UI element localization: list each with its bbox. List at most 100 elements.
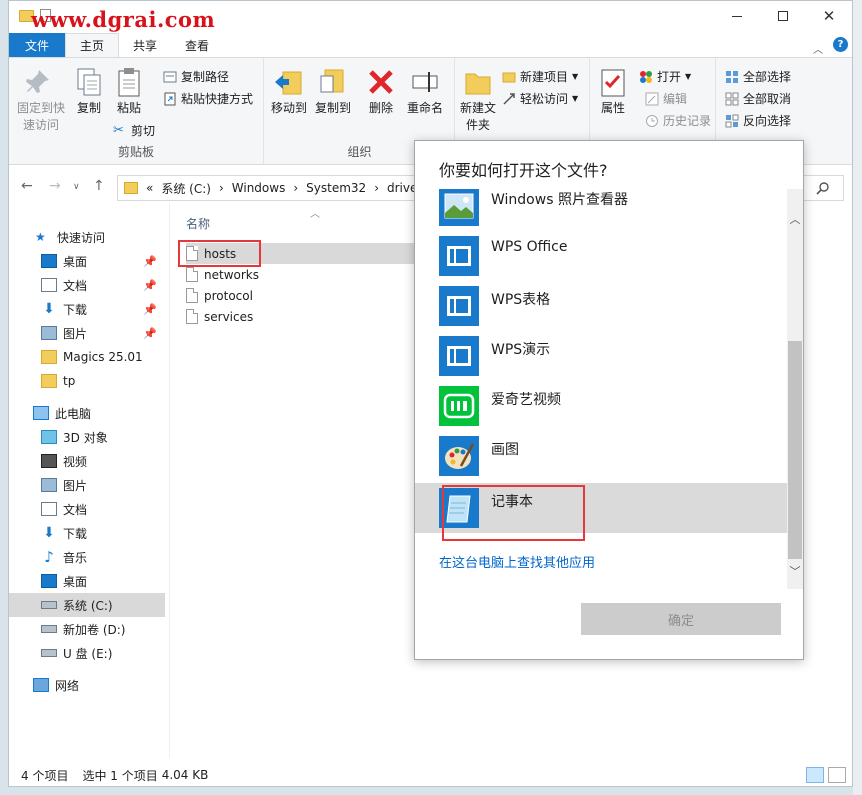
- close-button[interactable]: ✕: [806, 1, 852, 31]
- scroll-up-icon[interactable]: ︿: [787, 211, 803, 227]
- copy-to-button[interactable]: 复制到: [313, 66, 353, 117]
- copy-button[interactable]: 复制: [71, 66, 107, 117]
- select-all-button[interactable]: 全部选择: [725, 68, 791, 85]
- column-header-name[interactable]: 名称: [186, 215, 210, 232]
- collapse-ribbon-icon[interactable]: ︿: [813, 41, 825, 56]
- sidebar-item-drive-c[interactable]: 系统 (C:): [9, 593, 165, 617]
- sidebar-item-tp[interactable]: tp: [9, 369, 165, 393]
- sidebar-item-quick-access[interactable]: ★ 快速访问: [9, 225, 165, 249]
- folder-icon: [41, 374, 57, 388]
- breadcrumb-drive-c[interactable]: 系统 (C:): [161, 180, 211, 197]
- scroll-down-icon[interactable]: ﹀: [787, 563, 803, 579]
- photo-viewer-icon: [439, 189, 479, 226]
- sidebar-item-music[interactable]: ♪ 音乐: [9, 545, 165, 569]
- open-icon: [640, 70, 652, 83]
- sidebar-item-documents-pc[interactable]: 文档: [9, 497, 165, 521]
- pictures-icon: [41, 478, 57, 492]
- sidebar-item-magics[interactable]: Magics 25.01: [9, 345, 165, 369]
- sidebar-item-downloads-pc[interactable]: ⬇ 下载: [9, 521, 165, 545]
- cut-button[interactable]: ✂ 剪切: [113, 122, 155, 139]
- properties-label: 属性: [600, 101, 625, 115]
- app-item-paint[interactable]: 画图: [415, 431, 789, 481]
- paste-shortcut-button[interactable]: 粘贴快捷方式: [163, 90, 253, 107]
- breadcrumb-system32[interactable]: System32: [306, 181, 366, 195]
- back-arrow-icon[interactable]: ←: [21, 178, 33, 194]
- sidebar-item-label: 桌面: [63, 254, 88, 269]
- pin-icon[interactable]: 📌: [143, 303, 157, 316]
- properties-button[interactable]: 属性: [595, 66, 631, 117]
- pin-icon[interactable]: 📌: [143, 279, 157, 292]
- file-row-services[interactable]: services: [186, 306, 426, 327]
- pin-quick-access-button[interactable]: 固定到快速访问: [15, 66, 67, 134]
- file-list: ︿ 名称 hosts networks protocol services: [169, 203, 426, 758]
- sidebar-item-pictures-pc[interactable]: 图片: [9, 473, 165, 497]
- paste-button[interactable]: 粘贴: [111, 66, 147, 117]
- ok-button[interactable]: 确定: [581, 603, 781, 635]
- recent-chevron-icon[interactable]: ∨: [73, 182, 80, 192]
- rename-button[interactable]: 重命名: [405, 66, 445, 117]
- paste-shortcut-icon: [164, 92, 176, 105]
- sidebar-item-this-pc[interactable]: 此电脑: [9, 401, 165, 425]
- search-input[interactable]: [802, 175, 844, 201]
- forward-arrow-icon[interactable]: →: [49, 178, 61, 194]
- pin-icon[interactable]: 📌: [143, 255, 157, 268]
- breadcrumb-windows[interactable]: Windows: [232, 181, 286, 195]
- easy-access-button[interactable]: 轻松访问 ▼: [502, 90, 578, 107]
- tab-file[interactable]: 文件: [9, 33, 66, 57]
- paste-label: 粘贴: [116, 101, 141, 115]
- app-item-wps-presentation[interactable]: WPS演示: [415, 331, 789, 381]
- sidebar-item-documents[interactable]: 文档 📌: [9, 273, 165, 297]
- maximize-button[interactable]: [760, 1, 806, 31]
- app-item-wps-spreadsheet[interactable]: WPS表格: [415, 281, 789, 331]
- film-icon: [41, 454, 57, 468]
- sidebar-item-label: 文档: [63, 502, 88, 517]
- open-button[interactable]: 打开 ▼: [639, 68, 691, 85]
- move-to-button[interactable]: 移动到: [269, 66, 309, 117]
- up-arrow-icon[interactable]: ↑: [93, 178, 105, 194]
- watermark-text: www.dgrai.com: [31, 7, 216, 32]
- sidebar-item-3d-objects[interactable]: 3D 对象: [9, 425, 165, 449]
- sidebar-item-desktop-pc[interactable]: 桌面: [9, 569, 165, 593]
- tab-home[interactable]: 主页: [65, 33, 120, 57]
- pin-icon[interactable]: 📌: [143, 327, 157, 340]
- scroll-thumb[interactable]: [788, 341, 802, 559]
- app-item-iqiyi[interactable]: 爱奇艺视频: [415, 381, 789, 431]
- sidebar-item-network[interactable]: 网络: [9, 673, 165, 697]
- sidebar-item-drive-d[interactable]: 新加卷 (D:): [9, 617, 165, 641]
- invert-selection-label: 反向选择: [743, 114, 792, 128]
- copy-path-button[interactable]: 复制路径: [163, 68, 229, 85]
- app-item-photo-viewer[interactable]: Windows 照片查看器: [415, 189, 789, 231]
- tab-share[interactable]: 共享: [119, 33, 171, 57]
- file-row-protocol[interactable]: protocol: [186, 285, 426, 306]
- app-item-wps-office[interactable]: WPS Office: [415, 231, 789, 281]
- paste-shortcut-label: 粘贴快捷方式: [181, 92, 254, 106]
- breadcrumb-overflow[interactable]: «: [146, 181, 153, 195]
- find-other-apps-link[interactable]: 在这台电脑上查找其他应用: [439, 552, 595, 571]
- edit-button[interactable]: 编辑: [645, 90, 687, 107]
- history-icon: [646, 114, 658, 127]
- sidebar-item-downloads[interactable]: ⬇ 下载 📌: [9, 297, 165, 321]
- select-none-button[interactable]: 全部取消: [725, 90, 791, 107]
- sidebar-item-label: 新加卷 (D:): [63, 622, 126, 637]
- sidebar-item-pictures[interactable]: 图片 📌: [9, 321, 165, 345]
- breadcrumb-drivers[interactable]: drive: [387, 181, 416, 195]
- invert-selection-button[interactable]: 反向选择: [725, 112, 791, 129]
- help-icon[interactable]: ?: [833, 37, 848, 52]
- address-bar[interactable]: « 系统 (C:) › Windows › System32 › drive: [117, 175, 417, 201]
- minimize-button[interactable]: [714, 1, 760, 31]
- sidebar-item-videos[interactable]: 视频: [9, 449, 165, 473]
- sidebar-item-desktop[interactable]: 桌面 📌: [9, 249, 165, 273]
- new-folder-button[interactable]: 新建文件夹: [458, 66, 498, 134]
- tab-view[interactable]: 查看: [171, 33, 223, 57]
- app-list-scrollbar[interactable]: ︿ ﹀: [787, 189, 803, 589]
- new-folder-icon: [465, 73, 491, 95]
- sidebar-item-drive-e[interactable]: U 盘 (E:): [9, 641, 165, 665]
- details-view-icon[interactable]: [806, 767, 824, 783]
- history-button[interactable]: 历史记录: [645, 112, 711, 129]
- file-row-networks[interactable]: networks: [186, 264, 426, 285]
- select-all-icon: [726, 70, 738, 83]
- new-item-button[interactable]: 新建项目 ▼: [502, 68, 578, 85]
- delete-button[interactable]: 删除: [363, 66, 399, 117]
- large-icons-view-icon[interactable]: [828, 767, 846, 783]
- invert-selection-icon: [725, 114, 739, 127]
